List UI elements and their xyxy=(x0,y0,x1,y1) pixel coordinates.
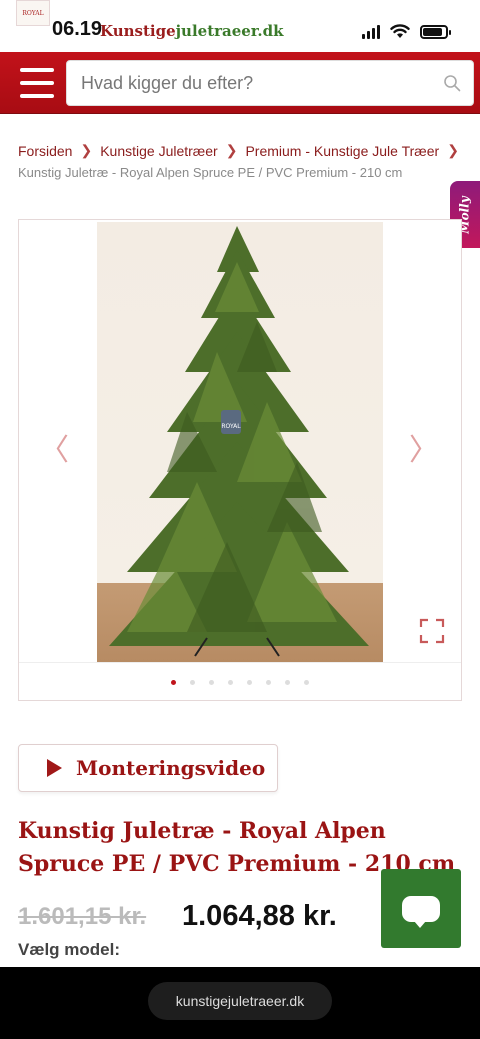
address-bar[interactable]: kunstigejuletraeer.dk xyxy=(148,982,332,1020)
search-bar[interactable] xyxy=(66,60,474,106)
search-input[interactable] xyxy=(67,61,473,105)
browser-bottom-bar: kunstigejuletraeer.dk xyxy=(0,967,480,1039)
christmas-tree-image: ROYAL xyxy=(109,226,369,657)
chevron-right-icon: ❯ xyxy=(80,142,93,158)
site-header xyxy=(0,52,480,114)
old-price: 1.601,15 kr. xyxy=(18,903,147,930)
battery-icon xyxy=(420,24,451,39)
chat-icon xyxy=(402,895,440,928)
brand-logo[interactable]: ROYAL xyxy=(16,0,50,26)
gallery-pagination xyxy=(19,662,461,702)
model-select-label: Vælg model: xyxy=(18,940,121,959)
breadcrumb-category[interactable]: Kunstige Juletræer xyxy=(100,143,218,159)
breadcrumb: Forsiden ❯ Kunstige Juletræer ❯ Premium … xyxy=(18,142,474,180)
brand-prefix: Kunstige xyxy=(100,22,176,40)
gallery-prev-arrow[interactable]: 〈 xyxy=(39,425,69,469)
hamburger-icon[interactable] xyxy=(20,68,54,98)
fullscreen-icon[interactable] xyxy=(419,618,445,644)
breadcrumb-home[interactable]: Forsiden xyxy=(18,143,72,159)
status-icons xyxy=(362,24,451,39)
product-badge-text: ROYAL xyxy=(221,423,241,430)
signal-icon xyxy=(362,24,380,39)
gallery-dot-4[interactable] xyxy=(228,680,233,685)
breadcrumb-subcategory[interactable]: Premium - Kunstige Jule Træer xyxy=(245,143,439,159)
gallery-next-arrow[interactable]: 〉 xyxy=(409,425,439,469)
gallery-dot-5[interactable] xyxy=(247,680,252,685)
brand-suffix: juletraeer.dk xyxy=(175,22,284,40)
chat-button[interactable] xyxy=(381,869,461,948)
chevron-right-icon: ❯ xyxy=(225,142,238,158)
status-bar: ROYAL 06.19 Kunstigejuletraeer.dk xyxy=(0,0,480,54)
gallery-dot-3[interactable] xyxy=(209,680,214,685)
gallery-dot-2[interactable] xyxy=(190,680,195,685)
chevron-right-icon: ❯ xyxy=(447,142,459,158)
gallery-dot-1[interactable] xyxy=(171,680,176,685)
video-button-label: Monteringsvideo xyxy=(76,756,266,780)
search-icon[interactable] xyxy=(443,74,461,92)
product-gallery: ROYAL 〈 〉 xyxy=(18,219,462,701)
clock: 06.19 xyxy=(52,18,103,40)
gallery-dot-8[interactable] xyxy=(304,680,309,685)
site-brand[interactable]: Kunstigejuletraeer.dk xyxy=(100,22,283,40)
assembly-video-button[interactable]: Monteringsvideo xyxy=(18,744,278,792)
gallery-dot-7[interactable] xyxy=(285,680,290,685)
play-icon xyxy=(47,759,62,777)
wifi-icon xyxy=(390,24,410,38)
sale-price: 1.064,88 kr. xyxy=(182,900,337,932)
gallery-dot-6[interactable] xyxy=(266,680,271,685)
logo-text: ROYAL xyxy=(22,9,44,17)
breadcrumb-current: Kunstig Juletræ - Royal Alpen Spruce PE … xyxy=(18,165,403,180)
product-image[interactable]: ROYAL xyxy=(97,222,383,662)
